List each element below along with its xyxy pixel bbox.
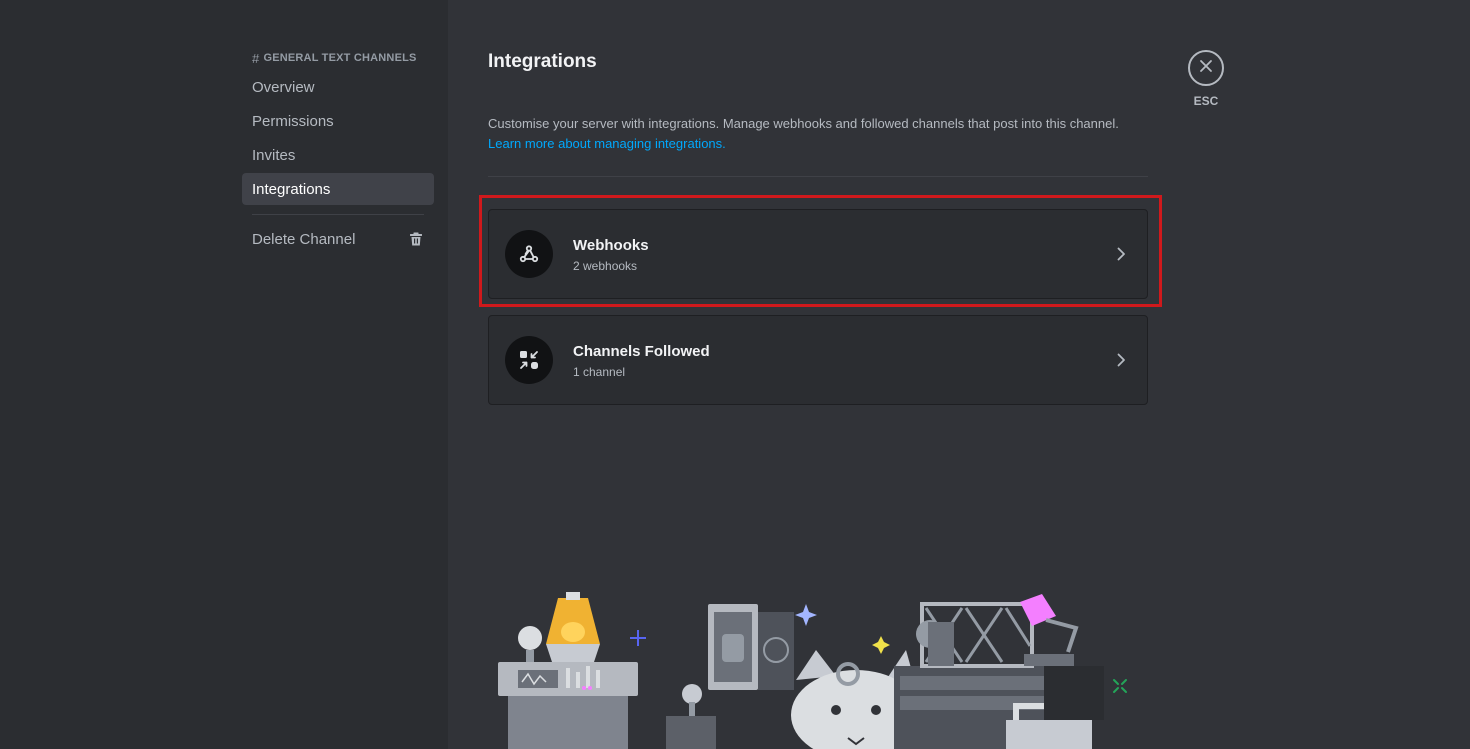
sidebar-item-label: Integrations (252, 180, 331, 198)
card-title: Webhooks (573, 236, 649, 254)
sidebar-item-permissions[interactable]: Permissions (242, 105, 434, 137)
sidebar-item-label: Permissions (252, 112, 334, 130)
card-text: Channels Followed 1 channel (573, 342, 1111, 379)
hash-icon: # (252, 50, 260, 66)
channels-followed-icon (505, 336, 553, 384)
sidebar-section-header: # GENERAL TEXT CHANNELS (242, 50, 434, 66)
page-title: Integrations (488, 51, 597, 72)
webhooks-card[interactable]: Webhooks 2 webhooks (479, 195, 1162, 307)
card-text: Webhooks 2 webhooks (573, 236, 1111, 273)
delete-channel-label: Delete Channel (252, 230, 356, 248)
sidebar-nav: Overview Permissions Invites Integration… (242, 71, 434, 255)
close-settings: ESC (1188, 50, 1224, 108)
chevron-right-icon (1111, 350, 1131, 370)
sidebar-item-overview[interactable]: Overview (242, 71, 434, 103)
section-header-label: GENERAL TEXT CHANNELS (263, 52, 417, 64)
channels-followed-card[interactable]: Channels Followed 1 channel (488, 315, 1148, 405)
delete-channel-button[interactable]: Delete Channel (242, 223, 434, 255)
integrations-illustration (496, 590, 1196, 749)
esc-label: ESC (1193, 94, 1219, 108)
webhook-icon (505, 230, 553, 278)
sidebar-item-integrations[interactable]: Integrations (242, 173, 434, 205)
integrations-content: Integrations Customise your server with … (479, 50, 1162, 405)
sidebar-content: # GENERAL TEXT CHANNELS Overview Permiss… (242, 50, 434, 255)
card-subtitle: 1 channel (573, 364, 626, 379)
sidebar-item-label: Overview (252, 78, 315, 96)
description-text: Customise your server with integrations.… (488, 116, 1119, 131)
card-subtitle: 2 webhooks (573, 258, 638, 273)
learn-more-link[interactable]: Learn more about managing integrations. (488, 134, 1148, 154)
settings-sidebar: # GENERAL TEXT CHANNELS Overview Permiss… (0, 0, 448, 749)
close-icon (1199, 59, 1213, 78)
sidebar-item-label: Invites (252, 146, 296, 164)
sidebar-item-invites[interactable]: Invites (242, 139, 434, 171)
page-description: Customise your server with integrations.… (488, 114, 1148, 154)
card-title: Channels Followed (573, 342, 710, 360)
close-button[interactable] (1188, 50, 1224, 86)
chevron-right-icon (1111, 244, 1131, 264)
sidebar-divider (252, 214, 424, 215)
settings-layer: # GENERAL TEXT CHANNELS Overview Permiss… (0, 0, 1470, 749)
trash-icon (408, 231, 424, 247)
settings-main: Integrations Customise your server with … (448, 0, 1470, 749)
content-divider (488, 176, 1148, 177)
